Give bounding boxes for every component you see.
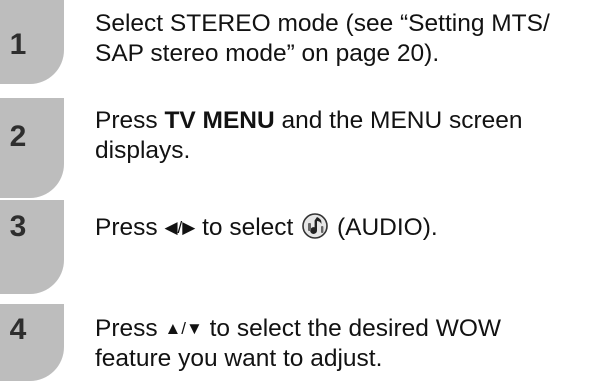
audio-icon xyxy=(302,212,328,240)
step-text-part: Press xyxy=(95,107,165,134)
left-right-arrows-icon: ◀/▶ xyxy=(164,218,196,237)
step-text: Select STEREO mode (see “Setting MTS/ SA… xyxy=(95,9,595,69)
step-number: 2 xyxy=(9,120,27,153)
step-number-badge: 2 xyxy=(0,98,64,198)
step-text-part: Press xyxy=(95,214,165,241)
step-number-badge: 3 xyxy=(0,200,64,294)
step-3: 3 Press ◀/▶ to select (AUDIO). xyxy=(0,200,602,296)
step-number: 4 xyxy=(9,313,27,346)
step-text-part: and the MENU screen xyxy=(274,107,523,134)
step-text-part: to select xyxy=(195,214,301,241)
step-text-line: displays. xyxy=(95,137,191,164)
step-text-line: feature you want to adjust. xyxy=(95,345,383,372)
step-number: 3 xyxy=(9,210,27,243)
step-text-part: (AUDIO). xyxy=(330,214,438,241)
step-text-line: Press TV MENU and the MENU screen xyxy=(95,106,595,136)
up-down-arrows-icon: ▲/▼ xyxy=(164,319,203,338)
step-text: Press TV MENU and the MENU screen displa… xyxy=(95,106,595,166)
step-text-part: Press xyxy=(95,315,165,342)
step-1: 1 Select STEREO mode (see “Setting MTS/ … xyxy=(0,0,602,90)
instruction-steps: 1 Select STEREO mode (see “Setting MTS/ … xyxy=(0,0,602,381)
step-number-badge: 1 xyxy=(0,0,64,84)
step-text-line: Press ◀/▶ to select (AUDIO). xyxy=(95,212,595,243)
step-text: Press ▲/▼ to select the desired WOW feat… xyxy=(95,314,595,374)
step-text-part: to select the desired WOW xyxy=(202,315,501,342)
step-text-line: Press ▲/▼ to select the desired WOW xyxy=(95,314,595,344)
step-text-line: Select STEREO mode (see “Setting MTS/ xyxy=(95,10,550,37)
step-number: 1 xyxy=(9,28,27,61)
step-number-badge: 4 xyxy=(0,304,64,381)
step-text-line: SAP stereo mode” on page 20). xyxy=(95,40,440,67)
tv-menu-key-label: TV MENU xyxy=(164,107,275,134)
step-2: 2 Press TV MENU and the MENU screen disp… xyxy=(0,98,602,198)
step-text: Press ◀/▶ to select (AUDIO). xyxy=(95,212,595,243)
step-4: 4 Press ▲/▼ to select the desired WOW fe… xyxy=(0,304,602,381)
